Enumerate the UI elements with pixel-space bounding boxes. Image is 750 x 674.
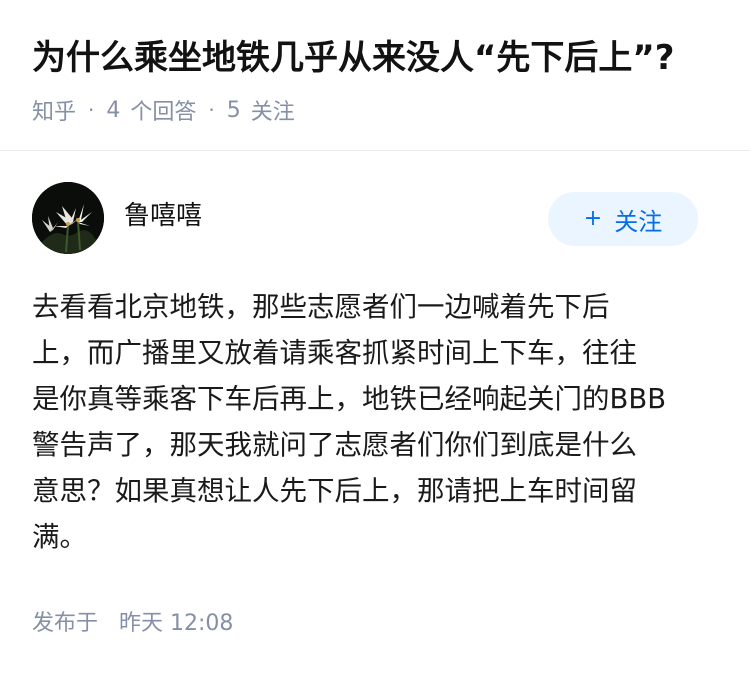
publish-time: 昨天 12:08 bbox=[119, 611, 234, 636]
follow-count: 5 bbox=[226, 97, 241, 123]
answer-line: 警告声了，那天我就问了志愿者们你们到底是什么 bbox=[32, 429, 637, 461]
lily-flower-avatar-icon bbox=[32, 182, 104, 254]
separator-dot: · bbox=[208, 98, 215, 122]
follow-button-label: 关注 bbox=[614, 207, 663, 236]
author-name[interactable]: 鲁嘻嘻 bbox=[124, 196, 202, 236]
answer-content: 去看看北京地铁，那些志愿者们一边喊着先下后 上，而广播里又放着请乘客抓紧时间上下… bbox=[32, 284, 718, 560]
follow-count-label: 关注 bbox=[250, 100, 295, 125]
answer-line: 上，而广播里又放着请乘客抓紧时间上下车，往往 bbox=[32, 337, 637, 369]
answer-line: 是你真等乘客下车后再上，地铁已经响起关门的BBB bbox=[32, 383, 667, 415]
answer-line: 满。 bbox=[32, 521, 87, 553]
source-label[interactable]: 知乎 bbox=[32, 94, 76, 126]
separator-dot: · bbox=[88, 98, 95, 122]
section-divider bbox=[0, 150, 750, 151]
answer-count: 4 bbox=[106, 97, 121, 123]
question-title[interactable]: 为什么乘坐地铁几乎从来没人“先下后上”? bbox=[32, 32, 722, 84]
follow-button[interactable]: + 关注 bbox=[548, 192, 698, 246]
answer-line: 意思？如果真想让人先下后上，那请把上车时间留 bbox=[32, 475, 637, 507]
question-meta: 知乎 · 4 个回答 · 5 关注 bbox=[32, 92, 295, 128]
publish-info: 发布于 昨天 12:08 bbox=[32, 606, 233, 642]
plus-icon: + bbox=[583, 206, 603, 231]
answer-line: 去看看北京地铁，那些志愿者们一边喊着先下后 bbox=[32, 291, 610, 323]
answer-count-label[interactable]: 个回答 bbox=[130, 94, 196, 126]
publish-label: 发布于 bbox=[32, 611, 99, 636]
avatar[interactable] bbox=[32, 182, 104, 254]
author-row: 鲁嘻嘻 + 关注 bbox=[32, 182, 698, 254]
